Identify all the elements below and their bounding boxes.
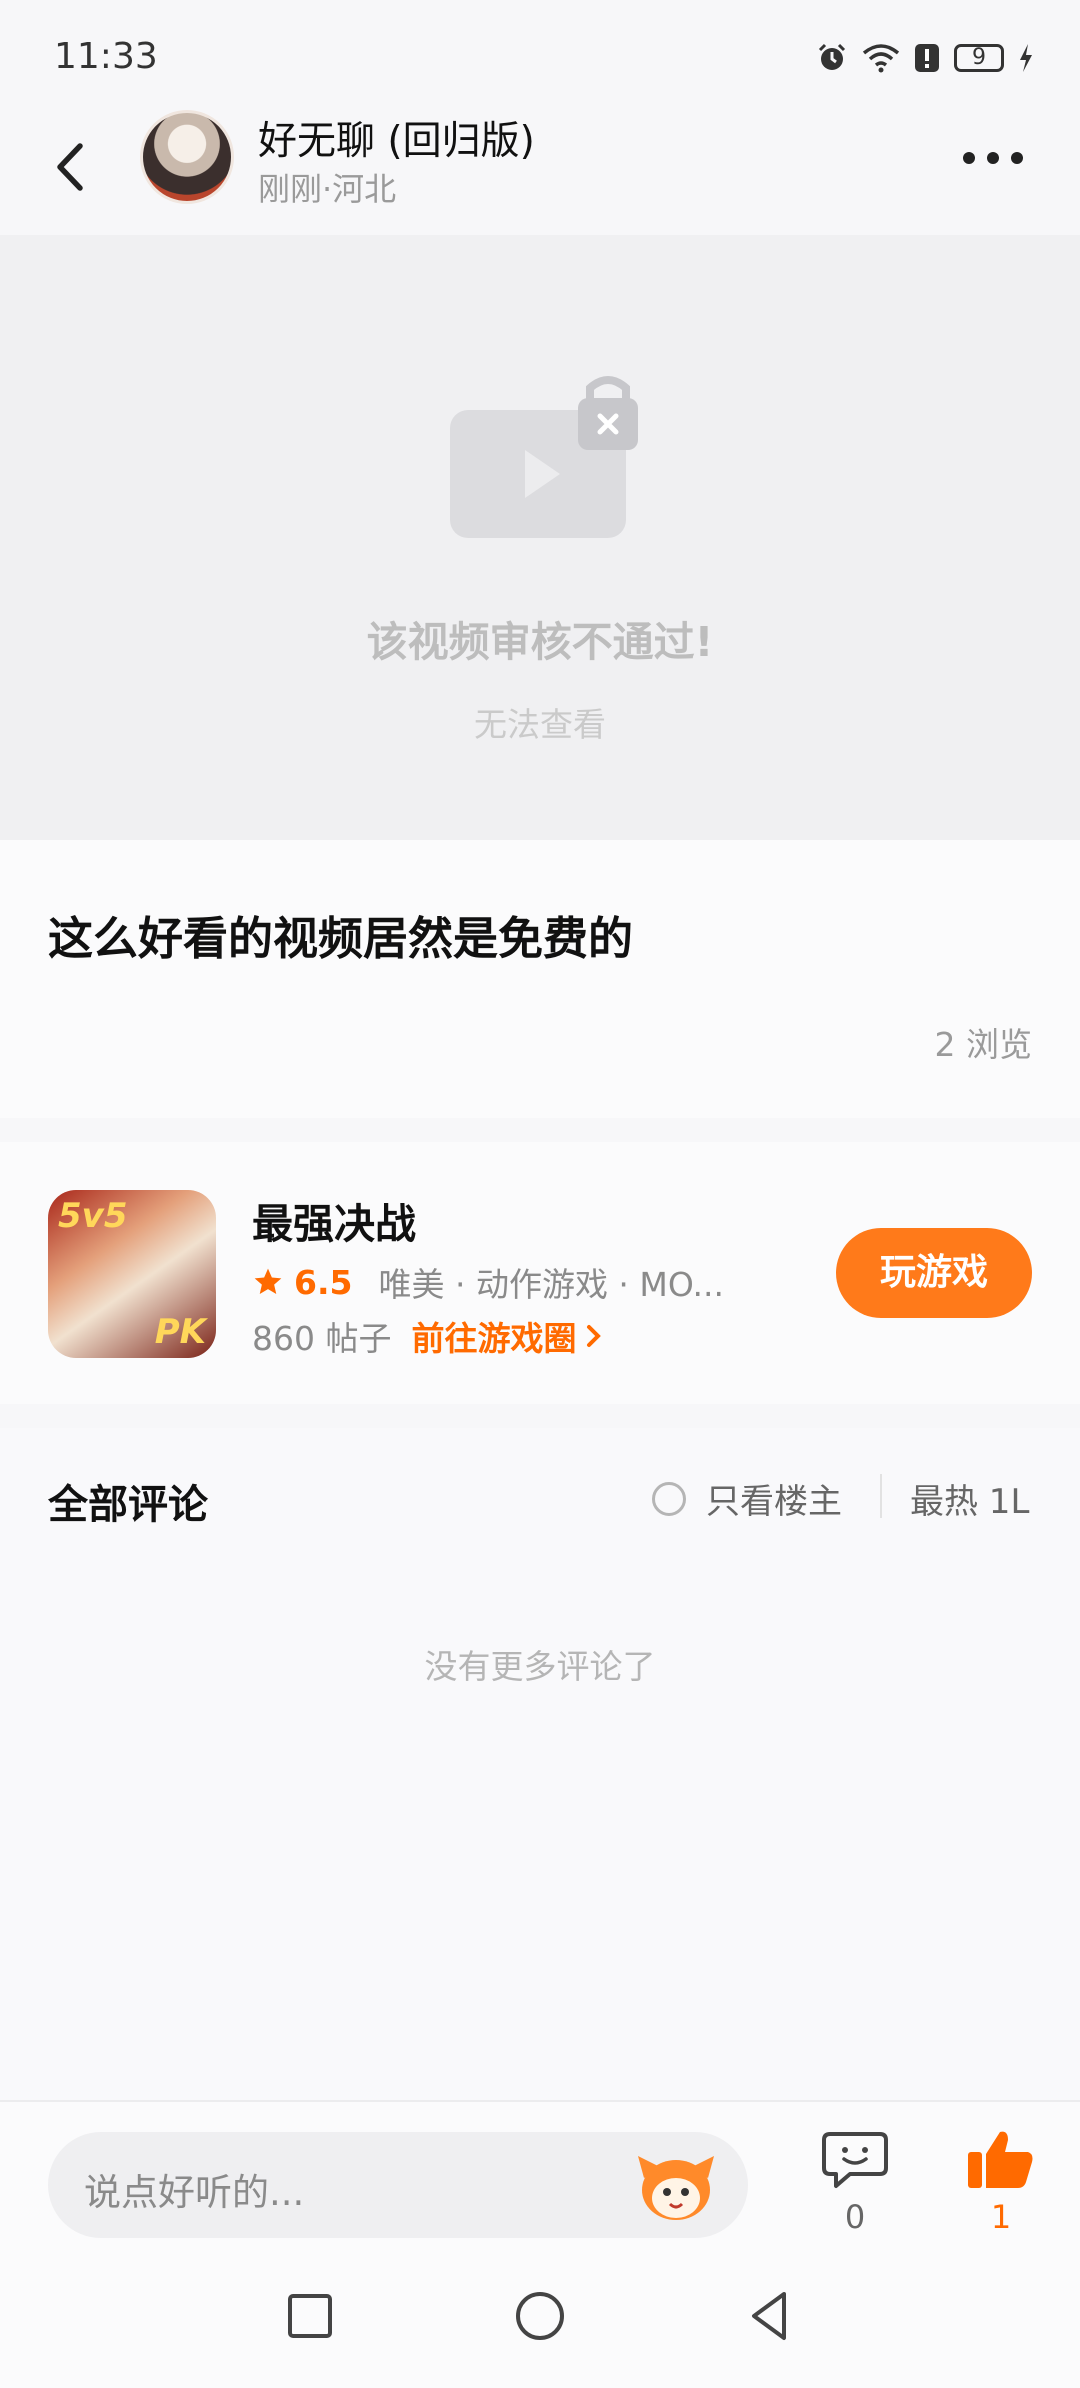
comment-input-placeholder[interactable]: 说点好听的...	[84, 2162, 304, 2216]
game-tags: 唯美 · 动作游戏 · MO...	[378, 1265, 724, 1304]
home-icon[interactable]	[510, 2286, 570, 2346]
game-post-count: 860 帖子	[252, 1319, 392, 1358]
system-nav-bar	[0, 2242, 1080, 2388]
status-icons: 9	[816, 38, 1034, 78]
blocked-video-icon	[450, 376, 638, 538]
chevron-right-icon[interactable]	[582, 1321, 606, 1351]
game-icon-text-bottom: PK	[154, 1312, 206, 1352]
post-content: 这么好看的视频居然是免费的 2 浏览	[0, 840, 1080, 1118]
more-dot	[963, 152, 975, 164]
more-dot	[1011, 152, 1023, 164]
comments-section: 全部评论 只看楼主 最热 1L 没有更多评论了	[0, 1428, 1080, 2100]
game-icon[interactable]: 5v5 PK	[48, 1190, 216, 1358]
alarm-icon	[818, 43, 846, 70]
back-icon[interactable]	[46, 132, 96, 202]
comment-input[interactable]: 说点好听的...	[48, 2132, 748, 2238]
status-time: 11:33	[54, 36, 158, 77]
only-owner-label[interactable]: 只看楼主	[706, 1474, 842, 1523]
battery-level: 9	[972, 45, 986, 70]
game-posts-row: 860 帖子 前往游戏圈	[252, 1312, 606, 1360]
play-game-button[interactable]: 玩游戏	[836, 1228, 1032, 1318]
post-header: 好无聊 (回归版) 刚刚·河北	[0, 110, 1080, 235]
recent-apps-icon[interactable]	[280, 2286, 340, 2346]
radio-icon[interactable]	[652, 1481, 686, 1516]
more-icon[interactable]	[958, 140, 1028, 176]
status-bar: 11:33 9	[0, 0, 1080, 110]
back-nav-icon[interactable]	[740, 2286, 800, 2346]
comment-count: 0	[844, 2198, 866, 2236]
post-title: 这么好看的视频居然是免费的	[48, 912, 634, 965]
more-dot	[987, 152, 999, 164]
game-rating: 6.5	[294, 1262, 353, 1302]
thumbs-up-icon[interactable]	[966, 2128, 1036, 2190]
sort-selector[interactable]: 最热 1L	[910, 1474, 1029, 1523]
view-count: 2 浏览	[934, 1025, 1033, 1064]
no-more-comments: 没有更多评论了	[424, 1647, 656, 1686]
wifi-icon	[862, 44, 900, 73]
avatar[interactable]	[140, 110, 234, 204]
only-owner-toggle[interactable]: 只看楼主	[652, 1474, 842, 1523]
divider	[880, 1474, 882, 1518]
post-time-location: 刚刚·河北	[258, 170, 397, 208]
game-meta: 6.5 唯美 · 动作游戏 · MO...	[252, 1258, 724, 1306]
battery-icon: 9	[954, 44, 1004, 72]
bottom-action-bar: 说点好听的... 0 1	[0, 2102, 1080, 2242]
blocked-title: 该视频审核不通过!	[366, 618, 714, 666]
charging-icon	[1020, 44, 1032, 72]
game-circle-link[interactable]: 前往游戏圈	[411, 1312, 576, 1360]
video-blocked-area: 该视频审核不通过! 无法查看	[0, 235, 1080, 840]
comments-title: 全部评论	[48, 1482, 208, 1528]
alert-icon	[915, 44, 939, 72]
game-icon-text-top: 5v5	[58, 1196, 128, 1236]
mascot-icon	[638, 2156, 714, 2220]
star-icon	[254, 1268, 282, 1294]
game-name[interactable]: 最强决战	[252, 1190, 416, 1250]
blocked-subtitle: 无法查看	[474, 705, 606, 744]
like-count: 1	[990, 2198, 1012, 2236]
game-card[interactable]: 5v5 PK 最强决战 6.5 唯美 · 动作游戏 · MO... 860 帖子…	[0, 1142, 1080, 1404]
username[interactable]: 好无聊 (回归版)	[258, 110, 535, 166]
comment-icon[interactable]	[820, 2130, 890, 2190]
